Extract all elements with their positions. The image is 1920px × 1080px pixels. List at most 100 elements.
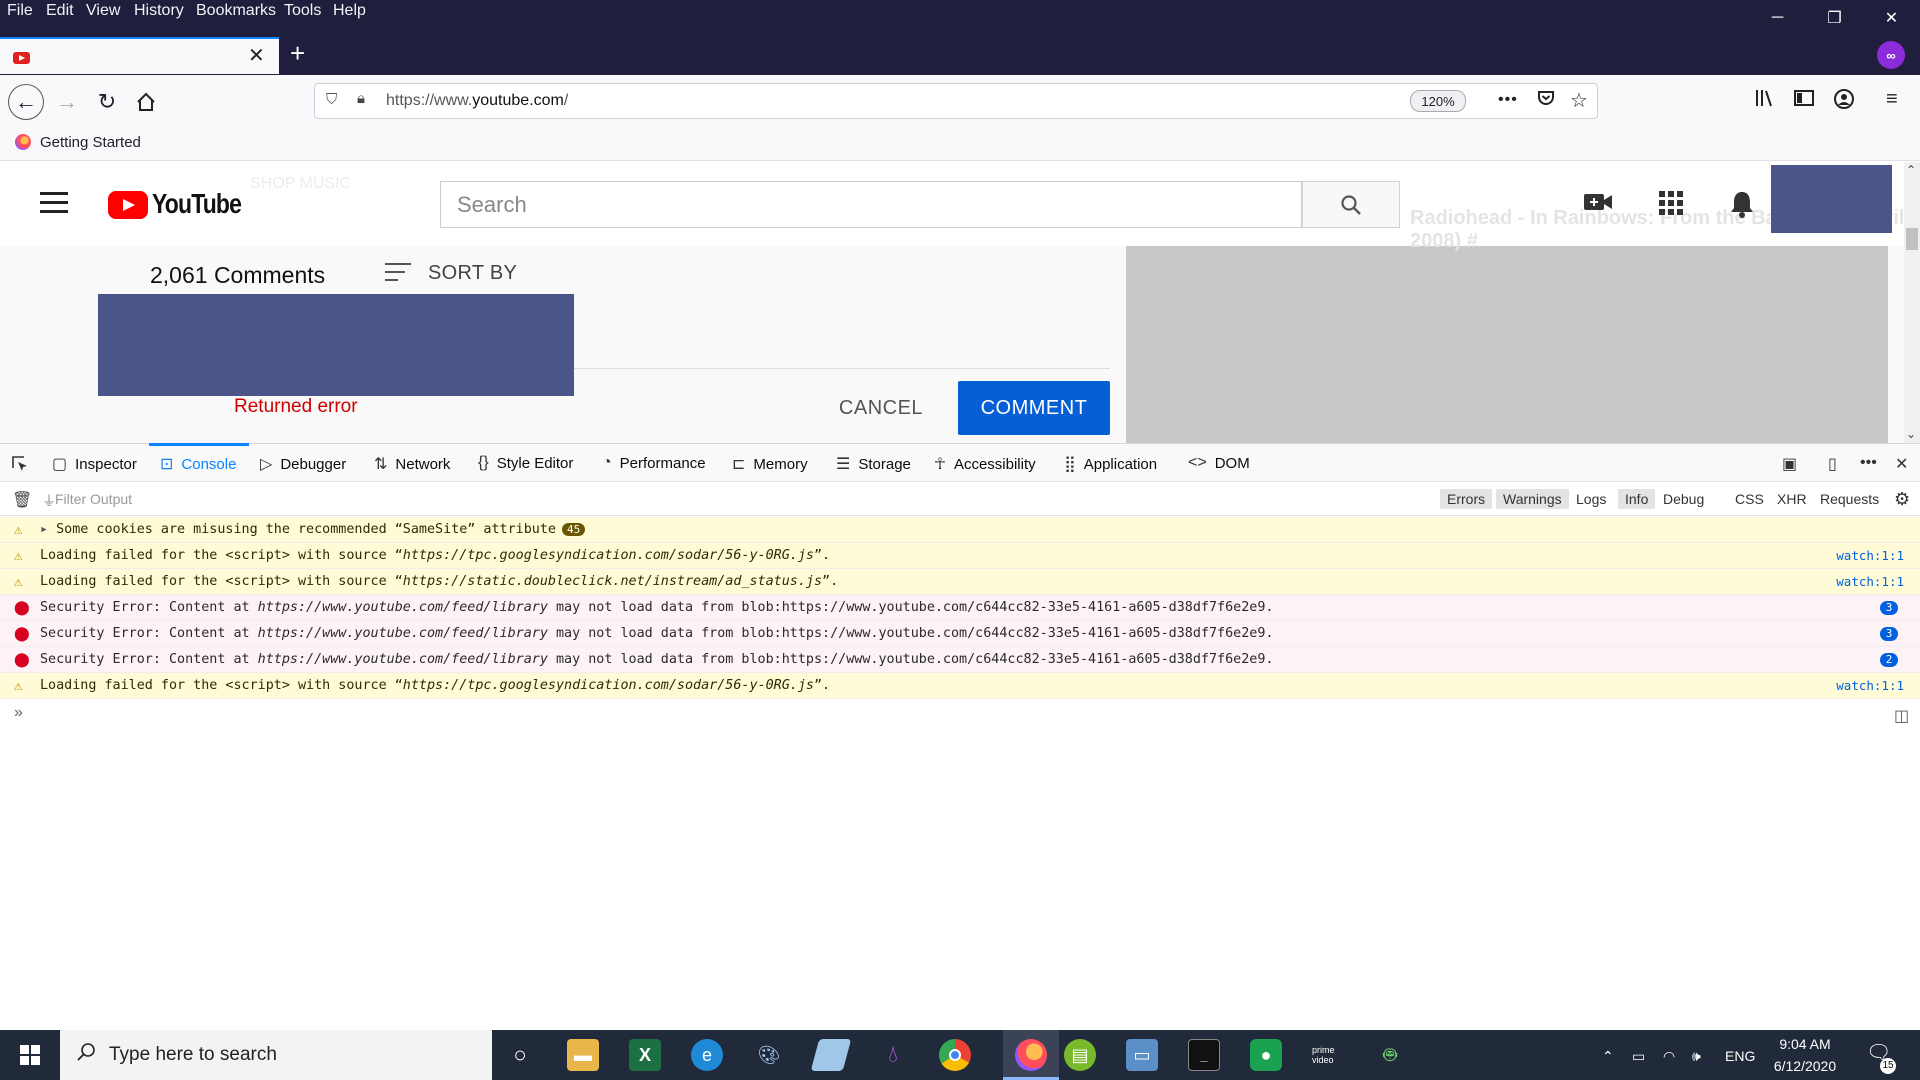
tab-application[interactable]: ⣿ Application: [1064, 454, 1157, 474]
filter-requests[interactable]: Requests: [1813, 489, 1886, 509]
comment-button[interactable]: COMMENT: [958, 381, 1110, 435]
sidebar-toggle-icon[interactable]: [1793, 88, 1815, 114]
console-settings-gear-icon[interactable]: ⚙: [1894, 489, 1910, 510]
page-actions-menu-icon[interactable]: •••: [1498, 91, 1518, 109]
youtube-search-input[interactable]: [440, 181, 1302, 228]
scroll-down-arrow-icon[interactable]: ⌄: [1906, 427, 1916, 441]
contacts-app-icon[interactable]: ▭: [1126, 1039, 1158, 1071]
filter-info[interactable]: Info: [1618, 489, 1656, 509]
tab-style-editor[interactable]: {} Style Editor: [478, 454, 573, 472]
bookmark-star-icon[interactable]: ☆: [1570, 88, 1588, 113]
filter-warnings[interactable]: Warnings: [1496, 489, 1569, 509]
filter-xhr[interactable]: XHR: [1770, 489, 1814, 509]
sort-by-button[interactable]: SORT BY: [428, 262, 517, 285]
tab-performance[interactable]: ◔ Performance: [602, 454, 706, 472]
message-source-url[interactable]: https://tpc.googlesyndication.com/sodar/…: [403, 678, 814, 693]
edge-icon[interactable]: e: [691, 1039, 723, 1071]
message-location-link[interactable]: watch:1:1: [1836, 574, 1904, 589]
console-message[interactable]: ⬤ Security Error: Content at https://www…: [0, 647, 1920, 673]
url-text[interactable]: https://www.youtube.com/: [386, 92, 568, 110]
console-input-prompt[interactable]: »: [14, 704, 23, 722]
forward-button[interactable]: →: [50, 85, 84, 119]
message-source-url[interactable]: https://static.doubleclick.net/instream/…: [403, 574, 822, 589]
hamburger-menu-icon[interactable]: ≡: [1886, 88, 1898, 111]
console-message[interactable]: ⚠ Loading failed for the <script> with s…: [0, 569, 1920, 595]
element-picker-button[interactable]: [10, 454, 30, 474]
scrollbar-thumb[interactable]: [1906, 228, 1918, 250]
message-source-url[interactable]: https://tpc.googlesyndication.com/sodar/…: [403, 548, 814, 563]
notifications-bell-icon[interactable]: [1729, 190, 1755, 225]
menu-history[interactable]: History: [134, 2, 184, 20]
avatar[interactable]: [1771, 165, 1892, 233]
scroll-up-arrow-icon[interactable]: ⌃: [1906, 163, 1916, 177]
menu-view[interactable]: View: [86, 2, 120, 20]
tab-console[interactable]: ⊡ Console: [160, 454, 236, 474]
apps-grid-icon[interactable]: [1658, 190, 1684, 223]
battery-icon[interactable]: ▭: [1632, 1048, 1645, 1065]
vpn-app-icon[interactable]: ●: [1250, 1039, 1282, 1071]
cancel-button[interactable]: CANCEL: [826, 381, 936, 435]
tab-network[interactable]: ⇅ Network: [374, 454, 450, 474]
clock-time[interactable]: 9:04 AM: [1770, 1036, 1840, 1052]
filter-css[interactable]: CSS: [1728, 489, 1771, 509]
comment-input-placeholder[interactable]: [98, 294, 574, 396]
lock-icon[interactable]: 🔒︎: [357, 90, 365, 107]
language-indicator[interactable]: ENG: [1725, 1048, 1755, 1064]
tracking-shield-icon[interactable]: ⛉: [326, 91, 337, 108]
prime-video-icon[interactable]: prime video: [1312, 1039, 1352, 1071]
dock-layout-button[interactable]: ▣: [1782, 454, 1797, 474]
message-source-url[interactable]: https://www.youtube.com/feed/library: [258, 600, 548, 615]
file-explorer-icon[interactable]: ▬: [567, 1039, 599, 1071]
devtools-menu-button[interactable]: •••: [1860, 454, 1877, 472]
green-app-icon[interactable]: ▤: [1064, 1039, 1096, 1071]
youtube-search-button[interactable]: [1302, 181, 1400, 228]
tab-close-icon[interactable]: ✕: [248, 43, 265, 68]
android-app-icon[interactable]: 🤖︎: [1374, 1039, 1406, 1071]
tab-memory[interactable]: ⊏ Memory: [732, 454, 808, 474]
message-source-url[interactable]: https://www.youtube.com/feed/library: [258, 652, 548, 667]
menu-edit[interactable]: Edit: [46, 2, 74, 20]
filter-output-input[interactable]: Filter Output: [55, 491, 132, 507]
message-source-url[interactable]: https://www.youtube.com/feed/library: [258, 626, 548, 641]
home-button[interactable]: [129, 85, 163, 119]
reload-button[interactable]: ↻: [90, 85, 124, 119]
terminal-icon[interactable]: _: [1188, 1039, 1220, 1071]
sort-icon[interactable]: [385, 263, 411, 287]
start-button[interactable]: [0, 1030, 60, 1080]
firefox-icon[interactable]: [1015, 1039, 1047, 1071]
console-message[interactable]: ⚠ ▸ Some cookies are misusing the recomm…: [0, 517, 1920, 543]
drop-app-icon[interactable]: 💧︎: [877, 1039, 909, 1071]
show-hidden-icons-chevron-icon[interactable]: ⌃: [1602, 1048, 1614, 1065]
split-console-icon[interactable]: ◫: [1894, 706, 1909, 726]
youtube-logo-text[interactable]: YouTube: [152, 188, 242, 220]
page-scrollbar[interactable]: [1904, 162, 1920, 443]
chrome-icon[interactable]: [939, 1039, 971, 1071]
filter-errors[interactable]: Errors: [1440, 489, 1493, 509]
filter-debug[interactable]: Debug: [1656, 489, 1711, 509]
pocket-icon[interactable]: [1536, 88, 1556, 114]
youtube-logo-icon[interactable]: [108, 191, 148, 219]
volume-icon[interactable]: 🕪︎: [1692, 1048, 1701, 1065]
filter-logs[interactable]: Logs: [1569, 489, 1613, 509]
new-tab-button[interactable]: +: [290, 38, 305, 69]
task-view-icon[interactable]: ○: [504, 1039, 536, 1071]
menu-bookmarks[interactable]: Bookmarks: [196, 2, 276, 20]
console-message[interactable]: ⚠ Loading failed for the <script> with s…: [0, 673, 1920, 699]
menu-tools[interactable]: Tools: [284, 2, 321, 20]
bookmark-getting-started[interactable]: Getting Started: [40, 134, 141, 151]
library-icon[interactable]: [1754, 88, 1776, 114]
youtube-menu-icon[interactable]: [40, 192, 68, 219]
back-button[interactable]: ←: [8, 84, 44, 120]
console-message[interactable]: ⬤ Security Error: Content at https://www…: [0, 621, 1920, 647]
console-message[interactable]: ⚠ Loading failed for the <script> with s…: [0, 543, 1920, 569]
responsive-design-button[interactable]: ▯: [1828, 454, 1837, 474]
expand-arrow-icon[interactable]: ▸: [40, 522, 56, 537]
tab-storage[interactable]: ☰ Storage: [836, 454, 911, 474]
tab-debugger[interactable]: ▷ Debugger: [260, 454, 346, 474]
clear-console-trash-icon[interactable]: 🗑︎: [12, 490, 32, 510]
console-message[interactable]: ⬤ Security Error: Content at https://www…: [0, 595, 1920, 621]
wifi-icon[interactable]: ◠: [1663, 1048, 1675, 1065]
message-location-link[interactable]: watch:1:1: [1836, 548, 1904, 563]
excel-icon[interactable]: X: [629, 1039, 661, 1071]
browser-tab-active[interactable]: ✕: [0, 37, 279, 74]
